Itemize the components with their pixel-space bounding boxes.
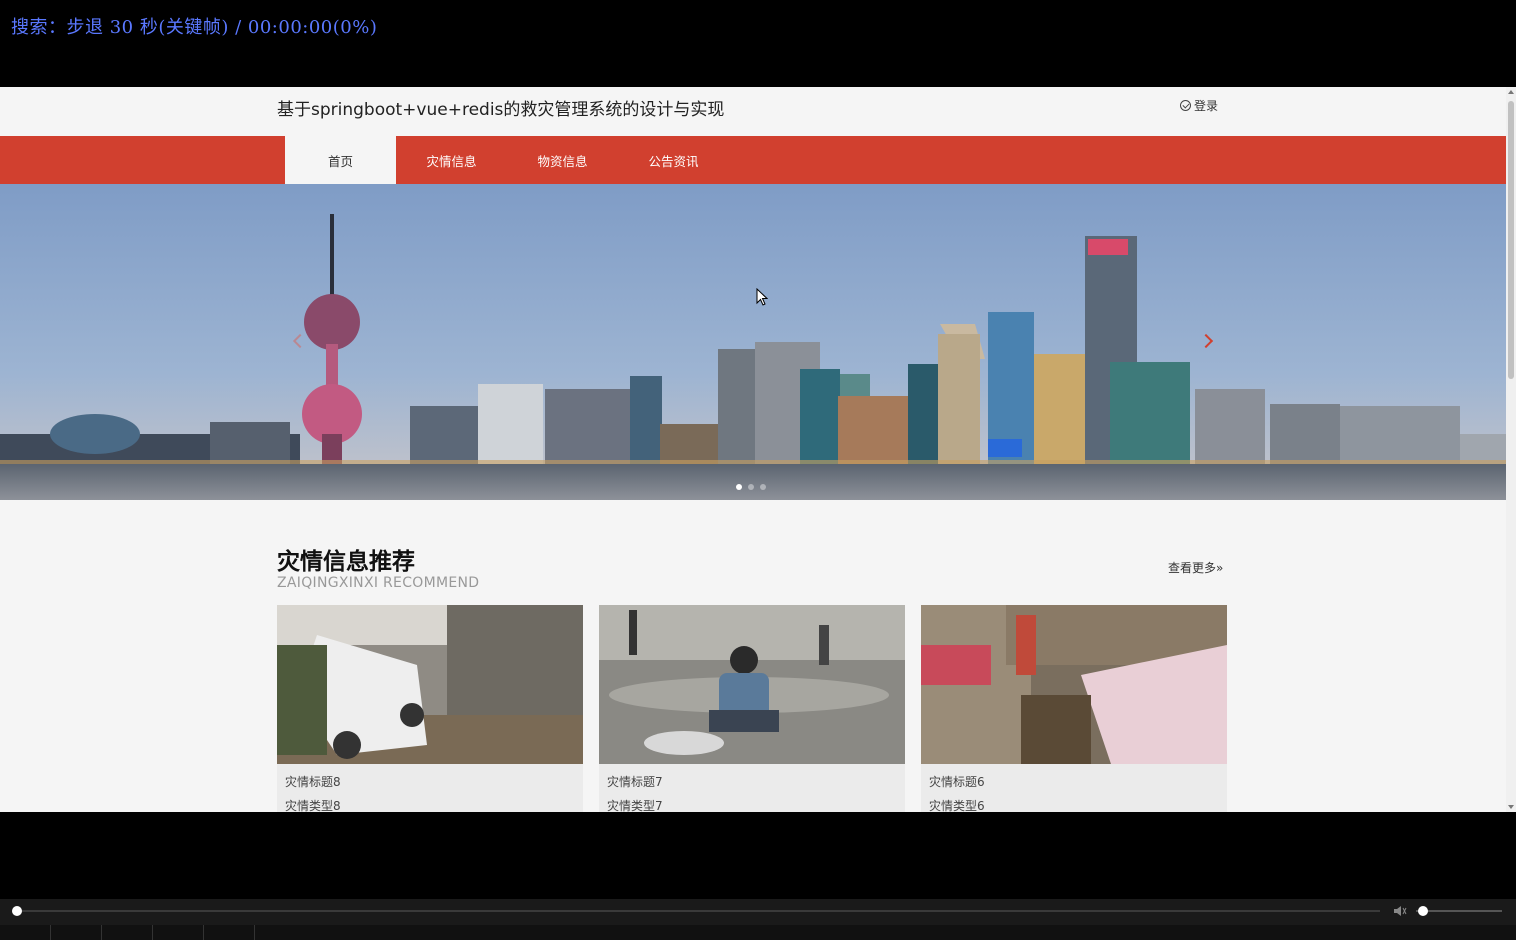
nav-item-announcements[interactable]: 公告资讯 (618, 136, 729, 184)
banner-next-arrow-icon[interactable] (1201, 334, 1215, 348)
banner-prev-arrow-icon[interactable] (290, 334, 304, 348)
login-link[interactable]: 登录 (1180, 97, 1218, 114)
banner-image (0, 184, 1506, 500)
player-button-row (0, 925, 1516, 940)
banner-dot-1[interactable] (736, 484, 742, 490)
card-type: 灾情类型8 (285, 799, 341, 812)
card-image (599, 605, 905, 764)
nav-item-supplies-info[interactable]: 物资信息 (507, 136, 618, 184)
speaker-icon[interactable] (1393, 905, 1407, 917)
mouse-pointer-icon (756, 288, 768, 306)
disaster-card[interactable]: 灾情标题6 灾情类型6 (921, 605, 1227, 812)
volume-knob[interactable] (1417, 906, 1428, 916)
card-title: 灾情标题8 (285, 775, 341, 789)
player-osd-text: 搜索：步退 30 秒(关键帧) / 00:00:00(0%) (11, 17, 378, 38)
main-nav: 首页 灾情信息 物资信息 公告资讯 (0, 136, 1506, 184)
page-scrollbar[interactable] (1506, 87, 1516, 812)
volume-bar[interactable] (1416, 910, 1502, 912)
seek-bar[interactable] (12, 910, 1380, 912)
card-type: 灾情类型6 (929, 799, 985, 812)
view-more-link[interactable]: 查看更多» (1168, 559, 1223, 576)
nav-item-disaster-info[interactable]: 灾情信息 (396, 136, 507, 184)
banner-dot-2[interactable] (748, 484, 754, 490)
card-image (277, 605, 583, 764)
scroll-down-icon[interactable] (1508, 805, 1514, 809)
banner-carousel[interactable] (0, 184, 1506, 500)
player-button-prev[interactable] (102, 925, 153, 940)
card-title: 灾情标题7 (607, 775, 663, 789)
player-button-open[interactable] (204, 925, 255, 940)
disaster-card[interactable]: 灾情标题7 灾情类型7 (599, 605, 905, 812)
disaster-card[interactable]: 灾情标题8 灾情类型8 (277, 605, 583, 812)
banner-dot-3[interactable] (760, 484, 766, 490)
card-image (921, 605, 1227, 764)
browser-viewport: 基于springboot+vue+redis的救灾管理系统的设计与实现 登录 首… (0, 87, 1516, 812)
section-subtitle: ZAIQINGXINXI RECOMMEND (277, 575, 480, 591)
site-title: 基于springboot+vue+redis的救灾管理系统的设计与实现 (277, 100, 725, 120)
scroll-up-icon[interactable] (1508, 90, 1514, 94)
player-button-next[interactable] (153, 925, 204, 940)
login-label: 登录 (1194, 99, 1219, 113)
section-title: 灾情信息推荐 (277, 549, 415, 575)
player-button-stop[interactable] (51, 925, 102, 940)
card-title: 灾情标题6 (929, 775, 985, 789)
nav-item-home[interactable]: 首页 (285, 136, 396, 184)
site-header: 基于springboot+vue+redis的救灾管理系统的设计与实现 登录 (0, 87, 1506, 136)
scroll-thumb[interactable] (1508, 101, 1514, 379)
seek-knob[interactable] (12, 906, 22, 916)
player-control-bar (0, 899, 1516, 940)
banner-dots (736, 484, 766, 490)
card-type: 灾情类型7 (607, 799, 663, 812)
player-button-play[interactable] (0, 925, 51, 940)
check-circle-icon (1180, 100, 1191, 111)
